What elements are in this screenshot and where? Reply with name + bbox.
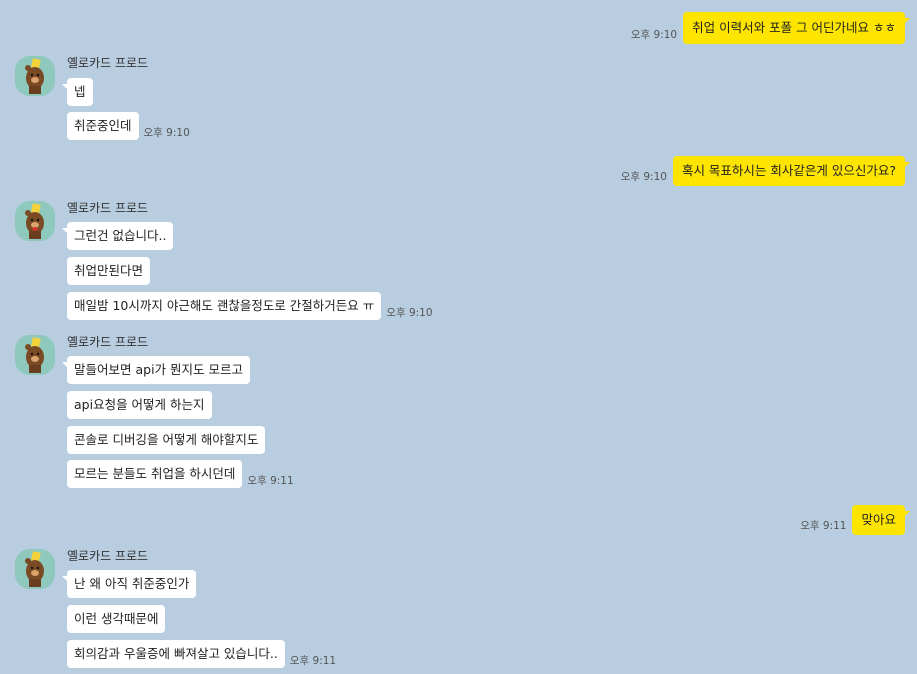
my-message-row: 오후 9:11 맞아요 (800, 505, 910, 535)
received-message-row: 말들어보면 api가 뭔지도 모르고 (62, 356, 250, 384)
received-message-row: 넵 (62, 78, 93, 106)
received-message-row: 그런건 없습니다.. (61, 222, 174, 250)
message-time: 오후 9:11 (800, 520, 847, 532)
chat-area: 오후 9:10 취업 이력서와 포폴 그 어딘가네요 ㅎㅎ 옐로카드 프로드 넵… (0, 0, 917, 674)
my-message-bubble[interactable]: 취업 이력서와 포폴 그 어딘가네요 ㅎㅎ (683, 12, 910, 44)
message-time: 오후 9:10 (630, 29, 678, 41)
avatar[interactable] (15, 549, 55, 589)
avatar[interactable] (15, 56, 55, 96)
received-message-row: 모르는 분들도 취업을 하시던데 오후 9:11 (67, 460, 294, 488)
sender-name: 옐로카드 프로드 (67, 56, 149, 70)
my-message-row: 오후 9:10 취업 이력서와 포폴 그 어딘가네요 ㅎㅎ (630, 12, 910, 44)
received-message-row: 취업만된다면 (67, 257, 151, 285)
message-time: 오후 9:11 (247, 475, 294, 487)
received-message-bubble[interactable]: 넵 (62, 78, 93, 106)
my-message-row: 오후 9:10 혹시 목표하시는 회사같은게 있으신가요? (620, 156, 911, 186)
bear-avatar-icon (15, 549, 55, 589)
sender-name: 옐로카드 프로드 (67, 201, 149, 215)
received-message-bubble[interactable]: 콘솔로 디버깅을 어떻게 해야할지도 (67, 426, 266, 454)
message-time: 오후 9:10 (386, 307, 433, 319)
avatar[interactable] (15, 335, 55, 375)
received-message-bubble[interactable]: api요청을 어떻게 하는지 (67, 391, 212, 419)
bear-avatar-icon (15, 201, 55, 241)
received-message-row: 콘솔로 디버깅을 어떻게 해야할지도 (67, 426, 266, 454)
avatar[interactable] (15, 201, 55, 241)
my-message-bubble[interactable]: 맞아요 (852, 505, 910, 535)
received-message-bubble[interactable]: 모르는 분들도 취업을 하시던데 (67, 460, 243, 488)
received-message-bubble[interactable]: 말들어보면 api가 뭔지도 모르고 (62, 356, 250, 384)
received-message-bubble[interactable]: 난 왜 아직 취준중인가 (61, 570, 197, 598)
received-message-row: 취준중인데 오후 9:10 (67, 112, 190, 140)
message-time: 오후 9:11 (289, 655, 337, 667)
my-message-bubble[interactable]: 혹시 목표하시는 회사같은게 있으신가요? (672, 156, 911, 186)
message-time: 오후 9:10 (143, 127, 190, 139)
received-message-bubble[interactable]: 회의감과 우울증에 빠져살고 있습니다.. (67, 640, 285, 668)
received-message-row: api요청을 어떻게 하는지 (67, 391, 212, 419)
received-message-bubble[interactable]: 이런 생각때문에 (67, 605, 166, 633)
received-message-bubble[interactable]: 취준중인데 (67, 112, 139, 140)
received-message-bubble[interactable]: 취업만된다면 (67, 257, 151, 285)
bear-avatar-icon (15, 335, 55, 375)
sender-name: 옐로카드 프로드 (67, 549, 149, 563)
received-message-row: 난 왜 아직 취준중인가 (61, 570, 197, 598)
sender-name: 옐로카드 프로드 (67, 335, 149, 349)
bear-avatar-icon (15, 56, 55, 96)
received-message-row: 이런 생각때문에 (67, 605, 166, 633)
received-message-bubble[interactable]: 그런건 없습니다.. (61, 222, 174, 250)
received-message-bubble[interactable]: 매일밤 10시까지 야근해도 괜찮을정도로 간절하거든요 ㅠ (67, 292, 382, 320)
received-message-row: 매일밤 10시까지 야근해도 괜찮을정도로 간절하거든요 ㅠ 오후 9:10 (67, 292, 433, 320)
received-message-row: 회의감과 우울증에 빠져살고 있습니다.. 오후 9:11 (67, 640, 336, 668)
message-time: 오후 9:10 (620, 171, 667, 183)
